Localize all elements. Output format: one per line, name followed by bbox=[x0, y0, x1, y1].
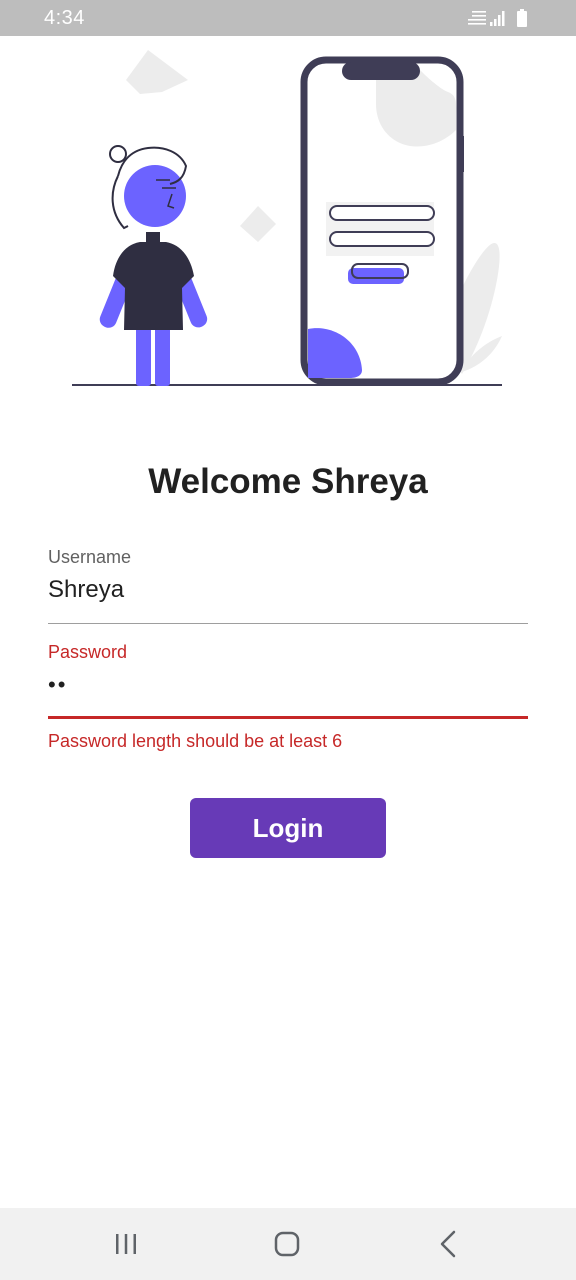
login-button[interactable]: Login bbox=[190, 798, 386, 858]
password-underline bbox=[48, 716, 528, 719]
password-error-text: Password length should be at least 6 bbox=[48, 731, 343, 751]
status-icons bbox=[468, 9, 527, 27]
home-icon[interactable] bbox=[257, 1226, 317, 1262]
status-bar: 4:34 bbox=[0, 0, 576, 36]
username-underline bbox=[48, 623, 528, 624]
volte-lte-icon bbox=[468, 11, 486, 25]
username-field[interactable]: Username Shreya bbox=[48, 546, 528, 626]
navigation-bar bbox=[0, 1208, 576, 1280]
password-field[interactable]: Password •• bbox=[48, 641, 528, 721]
password-input[interactable]: •• bbox=[48, 670, 528, 700]
recent-apps-icon[interactable] bbox=[96, 1226, 156, 1262]
status-time: 4:34 bbox=[44, 7, 85, 29]
password-label: Password bbox=[48, 642, 128, 662]
person-with-phone-illustration bbox=[72, 50, 502, 386]
battery-icon bbox=[517, 9, 527, 27]
back-icon[interactable] bbox=[418, 1226, 478, 1262]
username-input[interactable]: Shreya bbox=[48, 575, 528, 605]
username-label: Username bbox=[48, 547, 132, 567]
page-title: Welcome Shreya bbox=[148, 462, 428, 501]
signal-icon bbox=[490, 11, 505, 26]
